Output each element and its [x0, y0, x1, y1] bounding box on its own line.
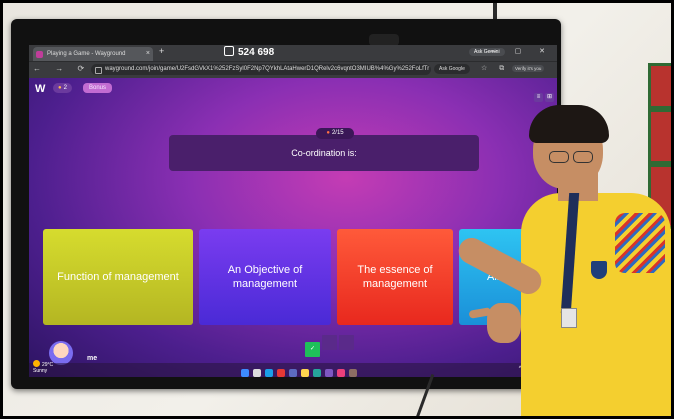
app-icon[interactable] [349, 369, 357, 377]
window-controls[interactable]: — ▢ ✕ [490, 47, 553, 55]
menu-button[interactable]: ≡ [534, 93, 543, 102]
join-code-value: 524 698 [238, 47, 275, 58]
url-field[interactable]: wayground.com/join/game/U2FsdGVkX1%252Fz… [91, 64, 431, 75]
url-text: wayground.com/join/game/U2FsdGVkX1%252Fz… [105, 66, 430, 72]
progress-square [322, 335, 337, 350]
ask-google-button[interactable]: Ask Google [434, 64, 470, 74]
taskbar-apps [241, 364, 361, 377]
answer-option-1[interactable]: Function of management [43, 229, 193, 325]
explorer-icon[interactable] [301, 369, 309, 377]
tab-close-button[interactable]: × [146, 47, 150, 61]
question-counter: ● 2/15 [316, 128, 354, 139]
student [454, 105, 671, 416]
shirt-stripes [615, 213, 665, 273]
join-code: 524 698 [224, 46, 274, 58]
id-badge [561, 308, 577, 328]
app-icon[interactable] [313, 369, 321, 377]
new-tab-button[interactable]: + [159, 46, 164, 56]
flame-icon: ● [58, 85, 62, 91]
code-icon [224, 46, 234, 56]
progress-square-done: ✓ [305, 342, 320, 357]
edge-icon[interactable] [265, 369, 273, 377]
wayground-logo: W [35, 83, 46, 95]
sun-icon [33, 360, 40, 367]
question-counter-value: 2/15 [331, 130, 344, 136]
tab-title: Playing a Game - Wayground [47, 51, 126, 57]
hair [529, 105, 609, 143]
grid-button[interactable]: ⊞ [545, 93, 554, 102]
screen: Playing a Game - Wayground × + 524 698 A… [29, 45, 557, 377]
app-icon[interactable] [337, 369, 345, 377]
address-bar-row: ← → ⟳ wayground.com/join/game/U2FsdGVkX1… [29, 61, 557, 78]
smart-board: Playing a Game - Wayground × + 524 698 A… [11, 19, 561, 389]
weather-desc: Sunny [33, 368, 48, 374]
bonus-badge: Bonus [83, 83, 113, 93]
fire-icon: ● [326, 130, 330, 136]
answer-option-3[interactable]: The essence of management [337, 229, 453, 325]
verify-chip[interactable]: Verify it's you [512, 65, 545, 72]
progress-squares: ✓ [305, 335, 356, 357]
nav-buttons[interactable]: ← → ⟳ [33, 64, 90, 73]
site-info-icon[interactable] [95, 67, 102, 74]
top-right-controls: ≡ ⊞ [532, 85, 554, 103]
chrome-icon[interactable] [277, 369, 285, 377]
browser-tab-bar: Playing a Game - Wayground × + 524 698 A… [29, 45, 557, 61]
school-crest-icon [591, 261, 607, 279]
hand [487, 303, 521, 343]
start-icon[interactable] [241, 369, 249, 377]
question-text: Co-ordination is: [291, 148, 357, 158]
photo-frame: Playing a Game - Wayground × + 524 698 A… [3, 3, 671, 416]
search-icon[interactable] [253, 369, 261, 377]
answer-option-2[interactable]: An Objective of management [199, 229, 331, 325]
streak-badge: ● 2 [53, 83, 72, 93]
browser-tab[interactable]: Playing a Game - Wayground × [33, 47, 153, 61]
progress-square [339, 335, 354, 350]
app-icon[interactable] [325, 369, 333, 377]
question-box: ● 2/15 Co-ordination is: [169, 128, 479, 171]
windows-taskbar: 29°C Sunny ^ ⌁ 🔊 [29, 360, 557, 377]
app-icon[interactable] [289, 369, 297, 377]
glasses [549, 151, 593, 163]
weather-widget[interactable]: 29°C Sunny [33, 360, 53, 374]
streak-count: 2 [63, 85, 67, 91]
player-name: me [87, 355, 98, 362]
wayground-favicon-icon [36, 51, 43, 58]
